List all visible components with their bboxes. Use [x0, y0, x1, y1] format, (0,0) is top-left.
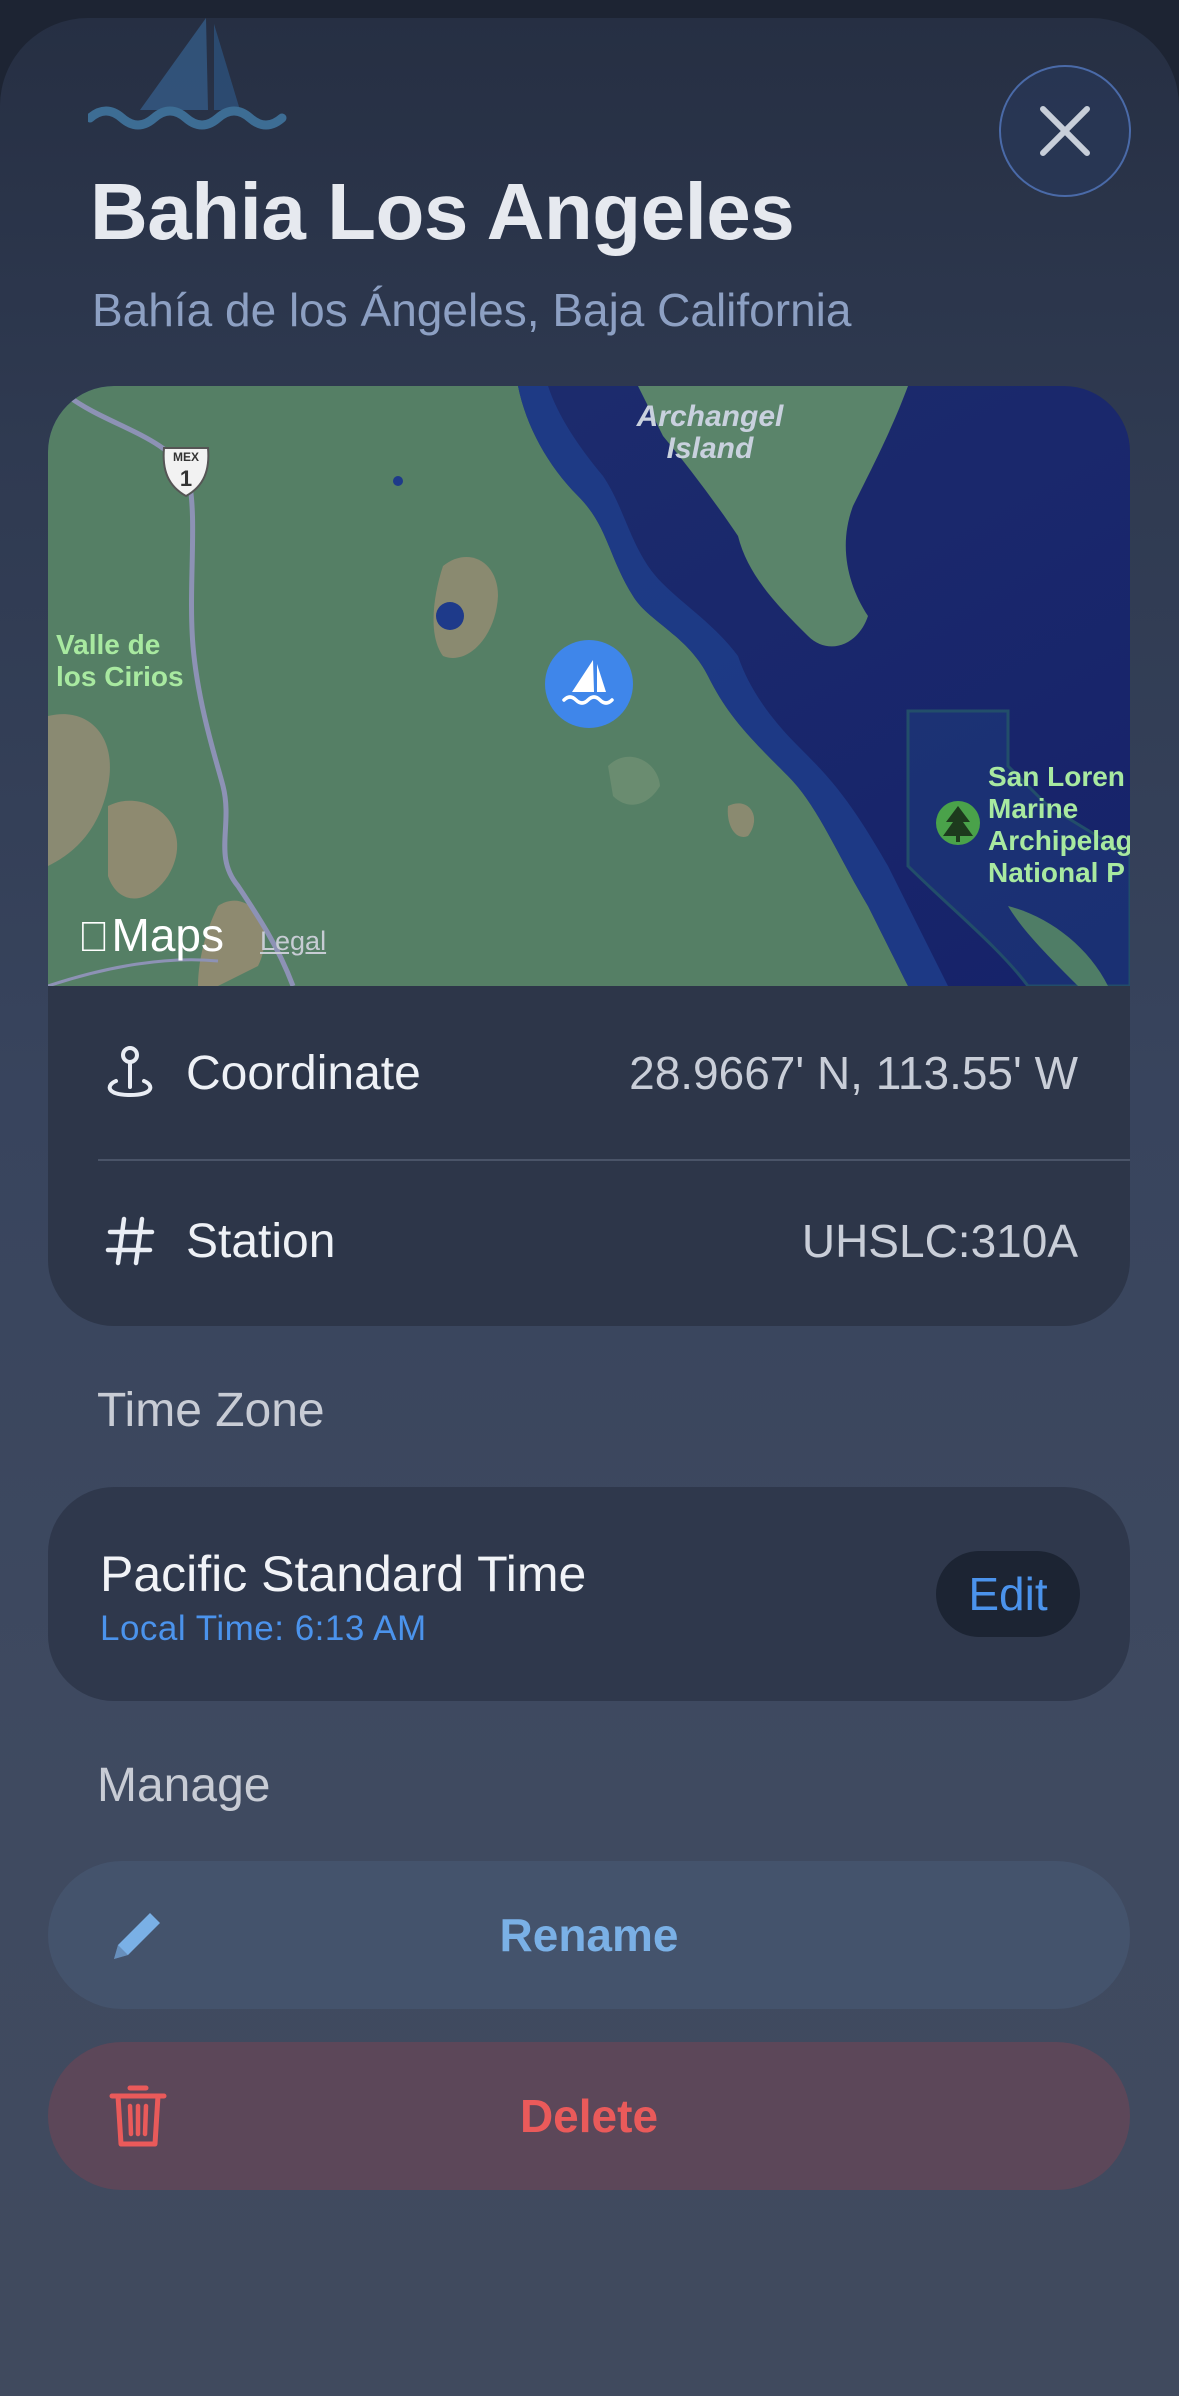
map-label-valley-line2: los Cirios	[56, 661, 184, 692]
sailboat-marker-icon[interactable]	[545, 640, 633, 728]
timezone-section-label: Time Zone	[97, 1384, 325, 1437]
timezone-card: Pacific Standard Time Local Time: 6:13 A…	[48, 1487, 1130, 1701]
coordinate-value: 28.9667' N, 113.55' W	[629, 1047, 1078, 1099]
map-label-island-line1: Archangel	[636, 400, 784, 433]
local-time: Local Time: 6:13 AM	[100, 1609, 427, 1648]
sailboat-waves-icon	[88, 18, 287, 130]
edit-timezone-button[interactable]: Edit	[936, 1551, 1080, 1637]
station-map[interactable]: MEX 1 Archangel Island Valle de los Ciri…	[48, 386, 1130, 986]
station-value: UHSLC:310A	[801, 1215, 1078, 1267]
map-label-valley-line1: Valle de	[56, 629, 160, 660]
trash-icon	[109, 2085, 167, 2147]
pencil-icon	[114, 1913, 160, 1959]
map-legal-link[interactable]: Legal	[260, 926, 326, 957]
rename-label: Rename	[499, 1909, 679, 1961]
coordinate-row: Coordinate 28.9667' N, 113.55' W	[48, 988, 1130, 1158]
rename-button[interactable]: Rename	[48, 1861, 1130, 2009]
manage-section-label: Manage	[97, 1759, 271, 1812]
apple-logo-icon: 	[78, 913, 110, 961]
highway-shield-label: MEX	[173, 450, 199, 464]
number-sign-icon	[100, 1211, 160, 1271]
page-subtitle: Bahía de los Ángeles, Baja California	[92, 284, 852, 336]
maps-brand-label: Maps	[80, 909, 224, 961]
page-title: Bahia Los Angeles	[90, 167, 795, 256]
map-label-island-line2: Island	[667, 432, 754, 465]
map-label-park-line1: San Loren	[988, 761, 1125, 792]
delete-button[interactable]: Delete	[48, 2042, 1130, 2190]
station-detail-sheet: Bahia Los Angeles Bahía de los Ángeles, …	[0, 18, 1179, 2396]
timezone-name: Pacific Standard Time	[100, 1546, 587, 1602]
maps-brand:  Maps	[78, 908, 224, 962]
highway-shield-number: 1	[180, 466, 192, 491]
map-pin-icon	[100, 1043, 160, 1103]
coordinate-label: Coordinate	[186, 1046, 421, 1100]
close-button[interactable]	[999, 65, 1131, 197]
close-icon	[1040, 106, 1090, 156]
station-info-card: MEX 1 Archangel Island Valle de los Ciri…	[48, 386, 1130, 1326]
station-row: Station UHSLC:310A	[48, 1156, 1130, 1326]
map-label-park-line2: Marine	[988, 793, 1078, 824]
map-label-park-line4: National P	[988, 857, 1125, 888]
delete-label: Delete	[519, 2090, 659, 2142]
map-label-park-line3: Archipelag	[988, 825, 1130, 856]
station-label: Station	[186, 1214, 336, 1268]
tree-icon	[936, 801, 980, 845]
